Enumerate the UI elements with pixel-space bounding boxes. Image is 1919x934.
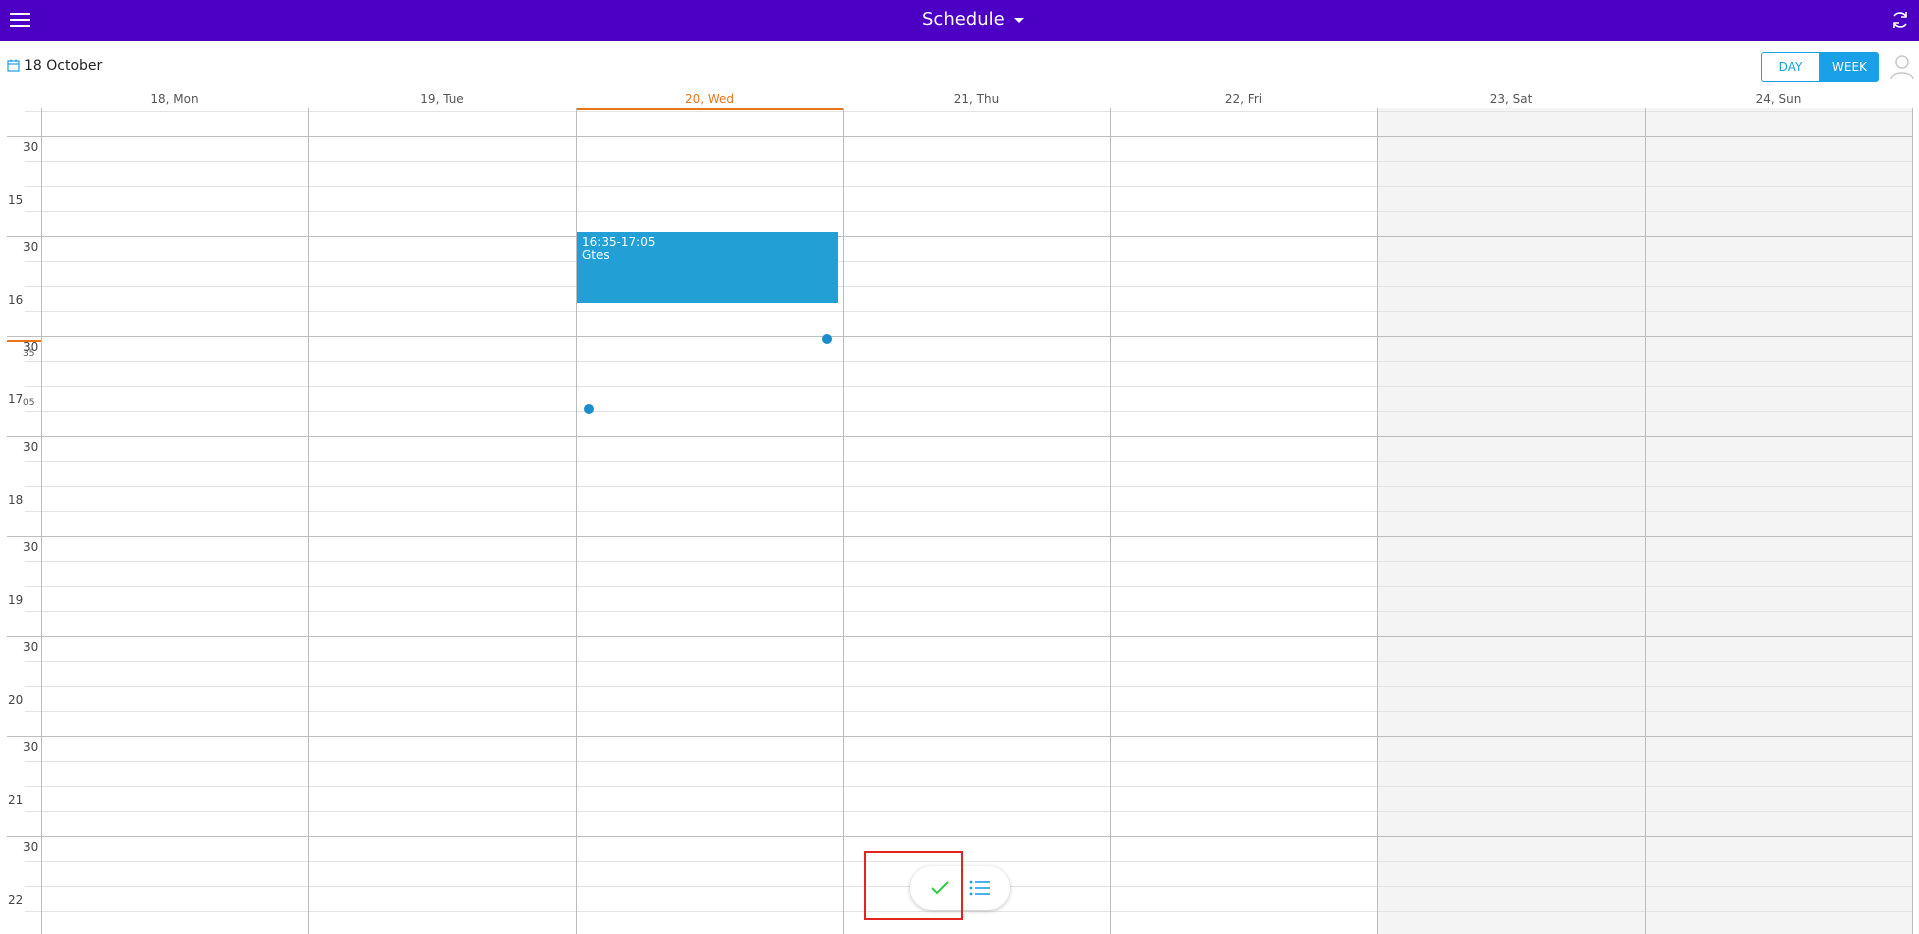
time-label: 30 <box>23 140 39 154</box>
time-label: 30 <box>23 840 39 854</box>
grid-line <box>7 536 1912 537</box>
time-label: 22 <box>8 893 24 907</box>
current-date[interactable]: 18 October <box>7 58 102 74</box>
user-icon[interactable] <box>1890 54 1914 80</box>
time-label: 17 <box>8 392 24 406</box>
time-label: 18 <box>8 493 24 507</box>
day-header[interactable]: 22, Fri <box>1110 92 1377 108</box>
hamburger-menu-icon[interactable] <box>10 12 30 28</box>
day-header[interactable]: 18, Mon <box>41 92 308 108</box>
event-resize-end-handle[interactable] <box>584 404 594 414</box>
day-header[interactable]: 19, Tue <box>308 92 576 108</box>
event-block[interactable]: 16:35-17:05 Gtes <box>577 232 838 303</box>
column-divider <box>843 108 844 934</box>
grid-line <box>7 436 1912 437</box>
calendar-icon <box>7 59 20 72</box>
time-label: 30 <box>23 240 39 254</box>
grid-line <box>7 836 1912 837</box>
app-bar: Schedule <box>0 0 1919 41</box>
time-label: 16 <box>8 293 24 307</box>
caret-down-icon <box>1013 17 1024 23</box>
column-divider <box>1110 108 1111 934</box>
week-view-button[interactable]: WEEK <box>1820 52 1879 82</box>
day-header[interactable]: 23, Sat <box>1377 92 1645 108</box>
floating-actions <box>910 866 1010 910</box>
time-label: 19 <box>8 593 24 607</box>
column-divider <box>1912 108 1913 934</box>
column-divider <box>41 108 42 934</box>
day-view-button[interactable]: DAY <box>1761 52 1820 82</box>
time-label: 21 <box>8 793 24 807</box>
day-header[interactable]: 21, Thu <box>843 92 1110 108</box>
view-toggle: DAY WEEK <box>1761 52 1879 82</box>
time-label: 15 <box>8 193 24 207</box>
column-divider <box>308 108 309 934</box>
grid-line <box>7 736 1912 737</box>
week-grid[interactable] <box>0 108 1919 934</box>
grid-line <box>7 236 1912 237</box>
check-icon <box>931 881 949 895</box>
confirm-button[interactable] <box>925 873 955 903</box>
app-title: Schedule <box>922 9 1005 30</box>
app-title-dropdown[interactable]: Schedule <box>922 9 1024 30</box>
time-label: 30 <box>23 540 39 554</box>
time-label: 30 <box>23 640 39 654</box>
time-label: 30 <box>23 740 39 754</box>
time-label: 30 <box>23 440 39 454</box>
grid-line <box>7 136 1912 137</box>
column-divider <box>1645 108 1646 934</box>
column-divider <box>1377 108 1378 934</box>
grid-line <box>7 336 1912 337</box>
event-resize-start-handle[interactable] <box>822 334 832 344</box>
drag-time-indicator <box>7 340 41 342</box>
event-title: Gtes <box>582 248 610 262</box>
drag-end-minute: 05 <box>23 398 35 408</box>
current-date-label: 18 October <box>24 58 103 74</box>
list-icon <box>969 880 990 896</box>
time-label: 20 <box>8 693 24 707</box>
event-time: 16:35-17:05 <box>582 235 656 249</box>
day-header[interactable]: 24, Sun <box>1645 92 1912 108</box>
sync-icon[interactable] <box>1890 10 1910 30</box>
grid-line <box>7 636 1912 637</box>
list-view-button[interactable] <box>965 873 995 903</box>
drag-start-minute: 35 <box>23 349 35 359</box>
